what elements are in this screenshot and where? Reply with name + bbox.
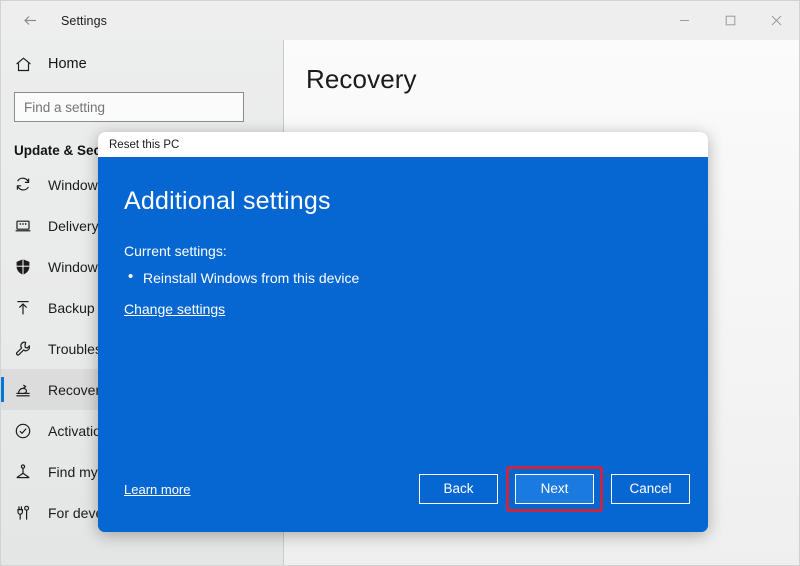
backup-upload-icon (14, 299, 44, 317)
dialog-footer: Learn more Back Next Cancel (124, 466, 690, 512)
window-titlebar: Settings (1, 1, 799, 40)
windows-update-sync-icon (14, 176, 44, 194)
next-button-highlight-wrapper: Next (506, 466, 603, 512)
sidebar-item-windows-security-label: Windows (48, 258, 105, 275)
dialog-button-row: Back Next Cancel (419, 466, 690, 512)
dialog-heading: Additional settings (124, 187, 331, 215)
maximize-icon[interactable] (707, 1, 753, 40)
window-caption-buttons (661, 1, 799, 40)
page-title: Recovery (306, 64, 417, 94)
settings-window: Settings Home Find a setting Update & Se… (0, 0, 800, 566)
search-box[interactable] (14, 92, 244, 122)
sidebar-item-windows-update-label: Windows (48, 176, 105, 193)
dialog-body: Additional settings Current settings: Re… (98, 157, 708, 532)
change-settings-link[interactable]: Change settings (124, 301, 225, 317)
sidebar-item-home[interactable]: Home (1, 44, 283, 84)
screenshot-root: Settings Home Find a setting Update & Se… (0, 0, 800, 566)
learn-more-link[interactable]: Learn more (124, 482, 190, 497)
activation-check-icon (14, 422, 44, 440)
dialog-titlebar: Reset this PC (98, 132, 708, 157)
next-button[interactable]: Next (515, 474, 594, 504)
for-developers-icon (14, 504, 44, 522)
windows-security-shield-icon (14, 258, 44, 276)
sidebar-item-backup-label: Backup (48, 299, 95, 316)
current-settings-list: Reinstall Windows from this device (128, 267, 674, 288)
dialog-title: Reset this PC (109, 138, 180, 151)
recovery-icon (14, 381, 44, 399)
dialog-subheading: Current settings: (124, 243, 227, 259)
list-item: Reinstall Windows from this device (128, 267, 674, 288)
home-icon (14, 55, 44, 74)
back-arrow-icon[interactable] (7, 4, 53, 38)
troubleshoot-wrench-icon (14, 340, 44, 358)
back-button[interactable]: Back (419, 474, 498, 504)
window-title: Settings (61, 13, 107, 28)
sidebar-item-home-label: Home (48, 56, 87, 72)
delivery-optimization-icon (14, 217, 44, 235)
reset-this-pc-dialog: Reset this PC Additional settings Curren… (98, 132, 708, 532)
find-my-device-icon (14, 463, 44, 481)
search-input[interactable] (24, 99, 243, 115)
close-icon[interactable] (753, 1, 799, 40)
cancel-button[interactable]: Cancel (611, 474, 690, 504)
window-body: Home Update & Security Windows (1, 40, 799, 565)
minimize-icon[interactable] (661, 1, 707, 40)
